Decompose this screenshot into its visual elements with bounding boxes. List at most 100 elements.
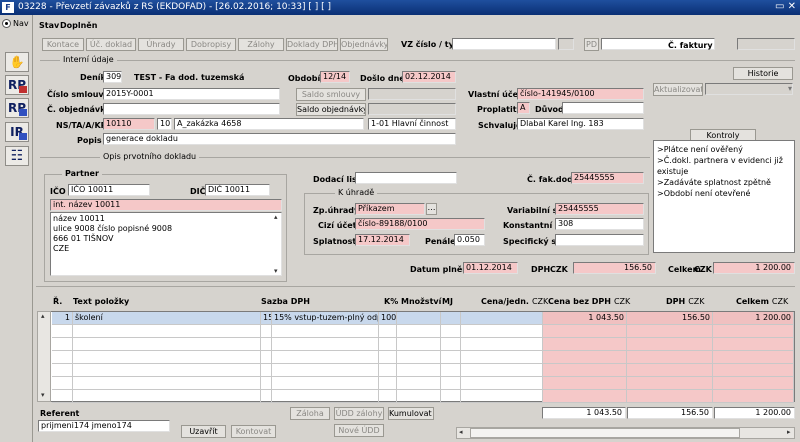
grid-cell[interactable] [52, 377, 73, 390]
tab-uc-doklad[interactable]: Úč. doklad [86, 38, 136, 51]
grid-cell[interactable] [379, 377, 397, 390]
grid-cell[interactable] [73, 390, 261, 403]
grid-cell[interactable] [627, 390, 713, 403]
grid-cell[interactable] [73, 338, 261, 351]
cell-r[interactable]: 1 [52, 312, 73, 325]
fakdod-input[interactable]: 25445555 [571, 172, 644, 184]
handshake-icon[interactable]: ✋ [5, 52, 29, 72]
celkem-total-input[interactable]: 1 200.00 [713, 262, 795, 274]
grid-cell[interactable] [441, 325, 461, 338]
faktury-input[interactable] [737, 38, 795, 50]
grid-cell[interactable] [397, 351, 441, 364]
grid-cell[interactable] [461, 364, 543, 377]
tab-kontace[interactable]: Kontace [42, 38, 84, 51]
grid-cell[interactable] [261, 364, 272, 377]
grid-cell[interactable] [261, 377, 272, 390]
tab-dobropisy[interactable]: Dobropisy [186, 38, 236, 51]
ns-input[interactable]: 10110 [103, 118, 155, 130]
ir-icon[interactable]: IR [5, 122, 29, 142]
table-row[interactable]: 1 školení 15 15% vstup-tuzem-plný odpoč … [38, 312, 794, 325]
grid-cell[interactable] [627, 377, 713, 390]
grid-cell[interactable] [461, 377, 543, 390]
cell-text[interactable]: školení [73, 312, 261, 325]
doslo-input[interactable]: 02.12.2014 [402, 71, 456, 83]
tab-zalohy[interactable]: Zálohy [238, 38, 284, 51]
konstantni-input[interactable]: 308 [555, 218, 644, 230]
dodaci-input[interactable] [355, 172, 457, 184]
cell-mnozstvi[interactable] [397, 312, 441, 325]
zaloha-button[interactable]: Záloha [290, 407, 330, 420]
grid-cell[interactable] [713, 377, 794, 390]
ico-input[interactable]: IČO 10011 [68, 184, 150, 196]
grid-cell[interactable] [52, 364, 73, 377]
window-controls[interactable]: ▭ ✕ [775, 1, 796, 12]
proplatit-input[interactable]: A [517, 102, 530, 114]
ta-input[interactable]: 10 [157, 118, 172, 130]
grid-cell[interactable] [543, 351, 627, 364]
cell-sazba-name[interactable]: 15% vstup-tuzem-plný odpoč [272, 312, 379, 325]
grid-cell[interactable] [261, 351, 272, 364]
scroll-up-icon[interactable]: ▴ [274, 213, 278, 221]
variabilni-input[interactable]: 25445555 [555, 203, 644, 215]
grid-cell[interactable] [261, 338, 272, 351]
scroll-right-icon[interactable]: ▸ [787, 428, 791, 436]
historie-button[interactable]: Historie [733, 67, 793, 80]
grid-cell[interactable] [441, 377, 461, 390]
grid-cell[interactable] [441, 390, 461, 403]
cell-sazba-code[interactable]: 15 [261, 312, 272, 325]
grid-cell[interactable] [713, 338, 794, 351]
grid-cell[interactable] [461, 351, 543, 364]
tab-uhrady[interactable]: Úhrady [138, 38, 184, 51]
objednavky-input[interactable] [103, 103, 280, 115]
table-row[interactable] [38, 390, 794, 403]
grid-cell[interactable] [461, 338, 543, 351]
cizi-ucet-input[interactable]: číslo-89188/0100 [355, 218, 485, 230]
vz-type-input[interactable] [558, 38, 574, 50]
grid-cell[interactable] [397, 364, 441, 377]
grid-cell[interactable] [52, 325, 73, 338]
akce-input[interactable]: A_zakázka 4658 [174, 118, 364, 130]
tab-doklady-dph[interactable]: Doklady DPH [286, 38, 338, 51]
grid-cell[interactable] [52, 390, 73, 403]
grid-cell[interactable] [272, 325, 379, 338]
grid-cell[interactable] [713, 351, 794, 364]
plneni-input[interactable]: 01.12.2014 [463, 262, 518, 274]
grid-cell[interactable] [73, 377, 261, 390]
grid-cell[interactable] [543, 338, 627, 351]
grid-cell[interactable] [261, 390, 272, 403]
penale-input[interactable]: 0.050 [454, 234, 485, 246]
table-row[interactable] [38, 364, 794, 377]
nove-udd-button[interactable]: Nové ÚDD [334, 424, 384, 437]
grid-cell[interactable] [397, 390, 441, 403]
vz-number-input[interactable] [452, 38, 556, 50]
grid-cell[interactable] [272, 377, 379, 390]
grid-cell[interactable] [272, 351, 379, 364]
saldo-objednavky-button[interactable]: Saldo objednávky [296, 103, 366, 116]
grid-cell[interactable] [461, 390, 543, 403]
grid-cell[interactable] [543, 325, 627, 338]
grid-cell[interactable] [272, 364, 379, 377]
grid-cell[interactable] [261, 325, 272, 338]
grid-cell[interactable] [713, 325, 794, 338]
uzavrit-button[interactable]: Uzavřít [181, 425, 226, 438]
grid-cell[interactable] [272, 338, 379, 351]
checklist-icon[interactable]: ☷ [5, 146, 29, 166]
grid-scroll-up-icon[interactable]: ▴ [41, 312, 45, 320]
scroll-thumb[interactable] [470, 428, 740, 438]
grid-cell[interactable] [379, 390, 397, 403]
grid-cell[interactable] [441, 338, 461, 351]
obdobi-input[interactable]: 12/14 [320, 71, 350, 83]
zpuhrady-input[interactable]: Příkazem [355, 203, 425, 215]
grid-cell[interactable] [543, 364, 627, 377]
grid-cell[interactable] [627, 325, 713, 338]
zpuhrady-lookup-button[interactable]: … [426, 203, 437, 215]
splatnost-input[interactable]: 17.12.2014 [355, 234, 410, 246]
grid-cell[interactable] [441, 364, 461, 377]
kontovat-button[interactable]: Kontovat [231, 425, 276, 438]
grid-cell[interactable] [73, 325, 261, 338]
kumulovat-button[interactable]: Kumulovat ř. [388, 407, 434, 420]
grid-cell[interactable] [713, 364, 794, 377]
smlouvy-input[interactable]: 2015Y-0001 [103, 88, 280, 100]
scroll-left-icon[interactable]: ◂ [459, 428, 463, 436]
cell-celkem[interactable]: 1 200.00 [713, 312, 794, 325]
